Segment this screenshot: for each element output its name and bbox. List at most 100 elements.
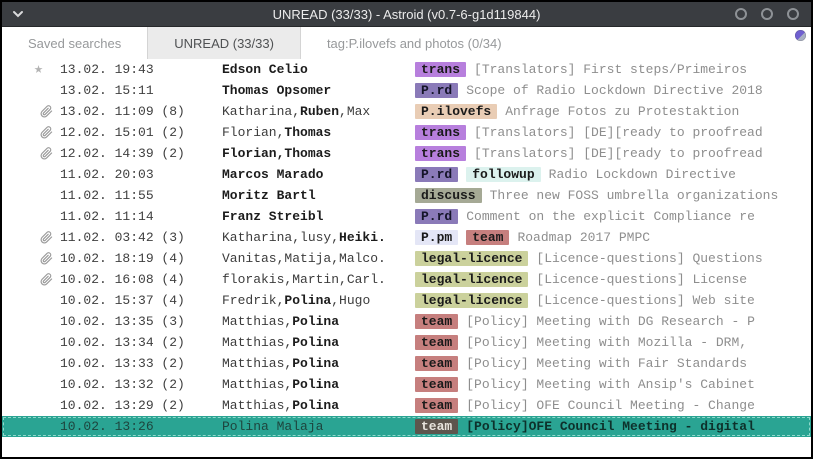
tag-pill[interactable]: trans [415, 146, 466, 161]
author-name: Polina [292, 356, 339, 371]
thread-row[interactable]: 12.02. 15:01 (2) Florian,Thomas trans[Tr… [2, 122, 811, 143]
tag-pill[interactable]: trans [415, 125, 466, 140]
tab-unread[interactable]: UNREAD (33/33) [147, 27, 301, 59]
thread-authors: Matthias,Polina [222, 314, 415, 329]
tag-pill[interactable]: P.rd [415, 167, 458, 182]
tag-pill[interactable]: P.rd [415, 83, 458, 98]
window-button-close[interactable] [787, 8, 799, 20]
author-name: florakis,Martin,Carl. [222, 272, 386, 287]
thread-subject: Radio Lockdown Directive [549, 167, 736, 182]
thread-subject: [Policy] OFE Council Meeting - Change [466, 398, 755, 413]
thread-tags-subject: team [Policy] Meeting with DG Research - … [415, 314, 811, 329]
window-button-minimize[interactable] [735, 8, 747, 20]
author-name: Matthias, [222, 314, 292, 329]
thread-authors: Matthias,Polina [222, 335, 415, 350]
author-name: Ruben [300, 104, 339, 119]
thread-date: 11.02. 03:42 (3) [60, 230, 222, 245]
window-buttons [735, 8, 799, 20]
tag-pill[interactable]: team [415, 314, 458, 329]
tag-pill[interactable]: followup [466, 167, 540, 182]
tag-pill[interactable]: P.rd [415, 209, 458, 224]
author-name: Florian,Thomas [222, 146, 331, 161]
paperclip-icon [40, 231, 53, 244]
thread-authors: Edson Celio [222, 62, 415, 77]
thread-date: 10.02. 13:33 (2) [60, 356, 222, 371]
tag-pill[interactable]: team [415, 377, 458, 392]
thread-row[interactable]: 10.02. 18:19 (4) Vanitas,Matija,Malco. l… [2, 248, 811, 269]
tag-pill[interactable]: team [415, 398, 458, 413]
tab-ilovefs-photos[interactable]: tag:P.ilovefs and photos (0/34) [301, 27, 528, 59]
tag-pill[interactable]: team [415, 356, 458, 371]
thread-row[interactable]: 13.02. 11:09 (8) Katharina,Ruben,Max P.i… [2, 101, 811, 122]
thread-authors: Matthias,Polina [222, 377, 415, 392]
thread-subject: Comment on the explicit Compliance re [466, 209, 755, 224]
thread-row[interactable]: 10.02. 13:33 (2) Matthias,Polina team[Po… [2, 353, 811, 374]
window-button-maximize[interactable] [761, 8, 773, 20]
author-name: Thomas [284, 125, 331, 140]
thread-authors: Franz Streibl [222, 209, 415, 224]
thread-date: 10.02. 15:37 (4) [60, 293, 222, 308]
tag-pill[interactable]: P.pm [415, 230, 458, 245]
thread-row[interactable]: 11.02. 20:03 Marcos Marado P.rdfollowupR… [2, 164, 811, 185]
tag-pill[interactable]: team [466, 230, 509, 245]
author-name: Katharina, [222, 104, 300, 119]
tab-saved-searches[interactable]: Saved searches [2, 27, 147, 59]
thread-row[interactable]: 10.02. 13:34 (2) Matthias,Polina team[Po… [2, 332, 811, 353]
thread-subject: [Policy] Meeting with Ansip's Cabinet [466, 377, 755, 392]
thread-subject: [Policy] Meeting with DG Research - P [466, 314, 755, 329]
tag-pill[interactable]: legal-licence [415, 293, 528, 308]
thread-subject: Anfrage Fotos zu Protestaktion [505, 104, 739, 119]
author-name: Polina Malaja [222, 419, 323, 434]
thread-row[interactable]: 11.02. 11:55 Moritz Bartl discussThree n… [2, 185, 811, 206]
thread-date: 11.02. 20:03 [60, 167, 222, 182]
thread-row[interactable]: 11.02. 03:42 (3) Katharina,lusy,Heiki. P… [2, 227, 811, 248]
window-title: UNREAD (33/33) - Astroid (v0.7-6-g1d1198… [2, 7, 811, 22]
thread-authors: Katharina,Ruben,Max [222, 104, 415, 119]
flag-cell [2, 252, 60, 265]
chevron-down-icon[interactable] [12, 10, 24, 18]
thread-row[interactable]: 10.02. 13:35 (3) Matthias,Polina team[Po… [2, 311, 811, 332]
thread-tags-subject: team [Policy] OFE Council Meeting - Chang… [415, 398, 811, 413]
thread-row[interactable]: 10.02. 16:08 (4) florakis,Martin,Carl. l… [2, 269, 811, 290]
thread-authors: Florian,Thomas [222, 146, 415, 161]
author-name: Katharina,lusy, [222, 230, 339, 245]
thread-subject: [Policy]OFE Council Meeting - digital [466, 419, 755, 434]
tag-pill[interactable]: trans [415, 62, 466, 77]
thread-row[interactable]: 12.02. 14:39 (2) Florian,Thomas trans[Tr… [2, 143, 811, 164]
tag-pill[interactable]: P.ilovefs [415, 104, 497, 119]
thread-row[interactable]: 10.02. 13:32 (2) Matthias,Polina team[Po… [2, 374, 811, 395]
thread-row[interactable]: 10.02. 13:29 (2) Matthias,Polina team[Po… [2, 395, 811, 416]
thread-date: 10.02. 16:08 (4) [60, 272, 222, 287]
thread-row[interactable]: 13.02. 15:11 Thomas Opsomer P.rdScope of… [2, 80, 811, 101]
author-name: ,Max [339, 104, 370, 119]
thread-row[interactable]: 11.02. 11:14 Franz Streibl P.rdComment o… [2, 206, 811, 227]
author-name: Polina [284, 293, 331, 308]
paperclip-icon [40, 126, 53, 139]
thread-authors: Polina Malaja [222, 419, 415, 434]
thread-row[interactable]: 10.02. 13:26 Polina Malaja team[Policy]O… [2, 416, 811, 437]
thread-authors: florakis,Martin,Carl. [222, 272, 415, 287]
star-icon: ★ [34, 62, 43, 77]
author-name: Fredrik, [222, 293, 284, 308]
tag-pill[interactable]: legal-licence [415, 272, 528, 287]
thread-date: 13.02. 19:43 [60, 62, 222, 77]
author-name: Franz Streibl [222, 209, 323, 224]
thread-tags-subject: P.pmteamRoadmap 2017 PMPC [415, 230, 811, 245]
paperclip-icon [40, 252, 53, 265]
thread-row[interactable]: ★ 13.02. 19:43 Edson Celio trans[Transla… [2, 59, 811, 80]
tag-pill[interactable]: discuss [415, 188, 482, 203]
thread-authors: Thomas Opsomer [222, 83, 415, 98]
paperclip-icon [40, 273, 53, 286]
tag-pill[interactable]: team [415, 335, 458, 350]
thread-date: 10.02. 13:29 (2) [60, 398, 222, 413]
tag-pill[interactable]: legal-licence [415, 251, 528, 266]
thread-row[interactable]: 10.02. 15:37 (4) Fredrik,Polina,Hugo leg… [2, 290, 811, 311]
author-name: Heiki. [339, 230, 386, 245]
thread-authors: Matthias,Polina [222, 356, 415, 371]
author-name: Matthias, [222, 377, 292, 392]
thread-date: 13.02. 11:09 (8) [60, 104, 222, 119]
tag-pill[interactable]: team [415, 419, 458, 434]
author-name: Polina [292, 335, 339, 350]
author-name: Edson Celio [222, 62, 308, 77]
thread-tags-subject: team [Policy]OFE Council Meeting - digita… [415, 419, 811, 434]
